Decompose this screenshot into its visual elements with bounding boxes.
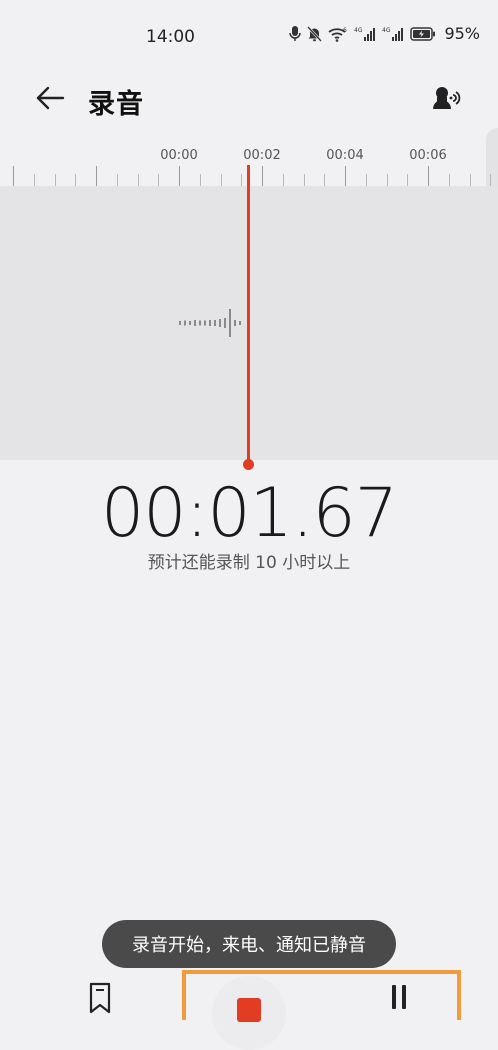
timeline-tick [387, 174, 388, 186]
svg-text:6: 6 [343, 27, 347, 34]
microphone-icon [289, 25, 302, 42]
timeline-tick [117, 174, 118, 186]
timeline-label: 00:00 [160, 148, 198, 163]
timeline-tick [96, 166, 97, 186]
waveform-bar [209, 320, 211, 326]
battery-percent: 95% [444, 24, 480, 43]
back-button[interactable] [30, 84, 70, 116]
waveform-bar [204, 320, 206, 326]
status-time: 14:00 [146, 27, 195, 47]
timeline-tick [324, 174, 325, 186]
timeline-tick [407, 174, 408, 186]
playhead-line [247, 165, 250, 463]
timeline-tick [304, 174, 305, 186]
svg-text:4G: 4G [382, 27, 391, 34]
timeline-label: 00:06 [409, 148, 447, 163]
signal-4g-icon: 4G [354, 26, 376, 42]
timeline-tick [138, 174, 139, 186]
timeline-tick [345, 166, 346, 186]
signal-4g-icon: 4G [382, 26, 404, 42]
toast-message: 录音开始，来电、通知已静音 [102, 920, 396, 968]
battery-charging-icon [410, 26, 436, 41]
waveform-bar [219, 319, 221, 327]
timeline-label: 00:04 [326, 148, 364, 163]
svg-text:4G: 4G [354, 27, 363, 34]
waveform-bar [229, 309, 231, 337]
waveform-bar [179, 321, 181, 325]
timeline-tick [55, 174, 56, 186]
stop-button[interactable] [212, 976, 286, 1050]
waveform-bar [189, 321, 191, 325]
status-icons: 6 4G 4G 95% [289, 24, 480, 43]
voice-speaker-icon [431, 85, 465, 115]
page-title: 录音 [88, 89, 144, 120]
waveform-bar [184, 320, 186, 326]
waveform-bar [239, 321, 241, 325]
status-bar: 14:00 6 4G 4G 95% [0, 0, 498, 72]
timeline-tick [366, 174, 367, 186]
app-bar: 录音 [0, 72, 498, 128]
pause-icon [392, 985, 406, 1013]
waveform-bar [234, 320, 236, 326]
timeline-tick [34, 174, 35, 186]
timeline-tick [470, 174, 471, 186]
timeline-tick [158, 174, 159, 186]
bell-muted-icon [307, 25, 323, 42]
elapsed-timer: 00:01.67 [100, 474, 398, 553]
bookmark-icon [88, 982, 112, 1016]
timeline-label: 00:02 [243, 148, 281, 163]
arrow-left-icon [35, 86, 65, 114]
timeline-tick [75, 174, 76, 186]
remaining-time-text: 预计还能录制 10 小时以上 [147, 553, 351, 573]
timeline-tick [200, 174, 201, 186]
waveform-bar [194, 320, 196, 326]
timeline-tick [490, 174, 491, 186]
waveform-bar [224, 318, 226, 328]
timeline-tick [449, 174, 450, 186]
timeline-tick [428, 166, 429, 186]
timeline-tick [283, 174, 284, 186]
timeline-tick [13, 166, 14, 186]
timeline-tick [179, 166, 180, 186]
bookmark-button[interactable] [86, 982, 114, 1016]
timeline-tick [221, 174, 222, 186]
playhead-dot [243, 459, 254, 470]
timeline-tick [241, 174, 242, 186]
timeline-tick [262, 166, 263, 186]
voice-enhance-button[interactable] [428, 82, 468, 118]
pause-button[interactable] [386, 985, 412, 1013]
wifi-6-icon: 6 [328, 26, 348, 42]
waveform-bar [199, 320, 201, 326]
waveform-bar [214, 320, 216, 326]
stop-icon [237, 998, 261, 1022]
